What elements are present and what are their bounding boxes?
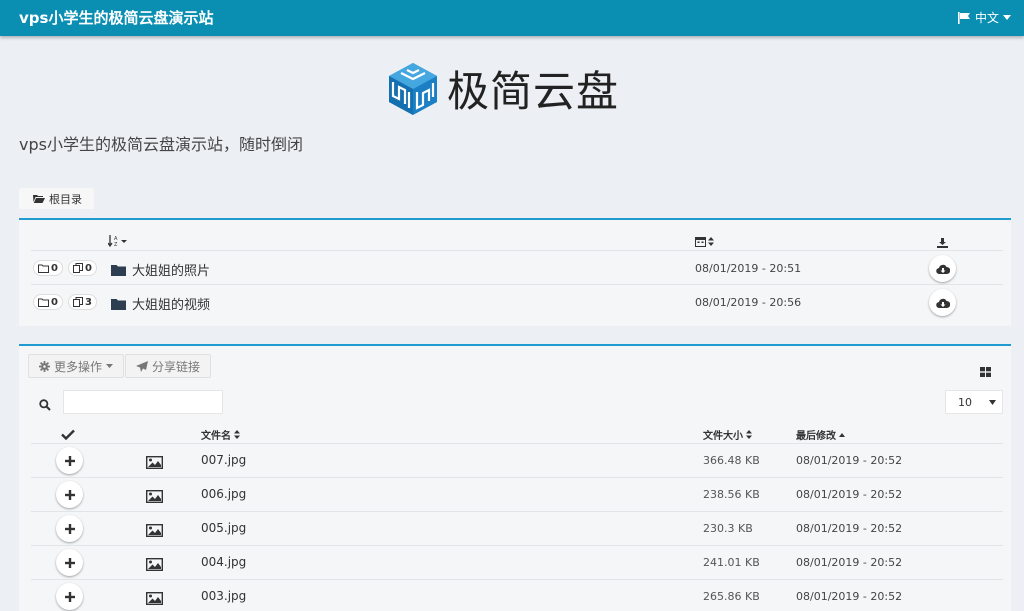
add-to-selection-button[interactable] — [56, 447, 83, 474]
logo-text: 极简云盘 — [447, 67, 620, 116]
add-to-selection-button[interactable] — [56, 481, 83, 508]
sort-icon — [746, 430, 752, 439]
column-header-name[interactable]: 文件名 — [201, 427, 240, 442]
cloud-download-button[interactable] — [929, 255, 956, 282]
folder-date: 08/01/2019 - 20:56 — [695, 296, 802, 309]
cloud-download-icon — [935, 298, 950, 308]
subfolder-count-badge: 0 — [33, 260, 63, 276]
files-panel: 更多操作 分享链接 10 文件名 文件大小 最后修改 007.jpg366.4 — [19, 344, 1011, 611]
file-size: 265.86 KB — [703, 590, 760, 603]
svg-text:Z: Z — [114, 242, 118, 247]
file-name[interactable]: 004.jpg — [201, 555, 246, 569]
image-file-icon — [145, 556, 164, 575]
download-icon — [937, 233, 948, 252]
folder-icon — [111, 264, 126, 276]
files-icon — [73, 297, 83, 307]
folder-name[interactable]: 大姐姐的视频 — [111, 294, 210, 313]
select-all-check-icon[interactable] — [61, 425, 75, 444]
file-name[interactable]: 006.jpg — [201, 487, 246, 501]
paper-plane-icon — [136, 360, 148, 372]
caret-down-icon — [989, 400, 996, 405]
sort-asc-icon — [839, 432, 845, 437]
search-input[interactable] — [63, 390, 223, 414]
folders-header-row: AZ — [31, 220, 1003, 251]
add-to-selection-button[interactable] — [56, 515, 83, 542]
language-label: 中文 — [974, 11, 999, 25]
file-modified: 08/01/2019 - 20:52 — [796, 522, 903, 535]
file-name[interactable]: 003.jpg — [201, 589, 246, 603]
flag-icon — [957, 11, 970, 24]
file-modified: 08/01/2019 - 20:52 — [796, 488, 903, 501]
file-row[interactable]: 004.jpg 241.01 KB 08/01/2019 - 20:52 — [31, 546, 1003, 580]
column-header-size[interactable]: 文件大小 — [703, 427, 752, 442]
add-to-selection-button[interactable] — [56, 583, 83, 610]
add-to-selection-button[interactable] — [56, 549, 83, 576]
folder-outline-icon — [38, 264, 49, 273]
share-link-button[interactable]: 分享链接 — [125, 354, 212, 378]
gear-icon — [39, 360, 50, 372]
file-modified: 08/01/2019 - 20:52 — [796, 454, 903, 467]
file-size: 230.3 KB — [703, 522, 753, 535]
language-selector[interactable]: 中文 — [957, 9, 1011, 26]
file-size: 366.48 KB — [703, 454, 760, 467]
folder-icon — [111, 298, 126, 310]
cloud-download-button[interactable] — [929, 289, 956, 316]
folder-date: 08/01/2019 - 20:51 — [695, 262, 802, 275]
sort-date-icon[interactable] — [695, 232, 715, 251]
file-row[interactable]: 005.jpg 230.3 KB 08/01/2019 - 20:52 — [31, 512, 1003, 546]
file-count-badge: 3 — [68, 294, 97, 310]
plus-icon — [64, 523, 75, 534]
cloud-download-icon — [935, 264, 950, 274]
image-file-icon — [145, 522, 164, 541]
file-name[interactable]: 005.jpg — [201, 521, 246, 535]
folder-open-icon — [33, 195, 45, 203]
file-row[interactable]: 007.jpg 366.48 KB 08/01/2019 - 20:52 — [31, 444, 1003, 478]
file-row[interactable]: 003.jpg 265.86 KB 08/01/2019 - 20:52 — [31, 580, 1003, 611]
plus-icon — [64, 489, 75, 500]
folder-row[interactable]: 0 3 大姐姐的视频 08/01/2019 - 20:56 — [31, 285, 1003, 319]
page-size-select[interactable]: 10 — [945, 390, 1003, 414]
app-logo: 极简云盘 — [387, 58, 619, 119]
file-count-badge: 0 — [68, 260, 97, 276]
sort-icon — [234, 430, 240, 439]
file-modified: 08/01/2019 - 20:52 — [796, 556, 903, 569]
folder-name[interactable]: 大姐姐的照片 — [111, 260, 210, 279]
plus-icon — [64, 591, 75, 602]
more-actions-button[interactable]: 更多操作 — [28, 354, 125, 378]
search-icon — [39, 396, 51, 415]
image-file-icon — [145, 454, 164, 473]
file-size: 241.01 KB — [703, 556, 760, 569]
cube-logo-icon — [389, 62, 437, 115]
files-header-row: 文件名 文件大小 最后修改 — [31, 421, 1003, 444]
folder-row[interactable]: 0 0 大姐姐的照片 08/01/2019 - 20:51 — [31, 251, 1003, 285]
subfolder-count-badge: 0 — [33, 294, 63, 310]
files-icon — [73, 263, 83, 273]
site-description: vps小学生的极简云盘演示站，随时倒闭 — [19, 135, 303, 154]
plus-icon — [64, 455, 75, 466]
folders-panel: AZ 0 0 大姐姐的照片 08/01/2019 - 20:51 0 3 大姐姐… — [19, 218, 1011, 326]
folder-outline-icon — [38, 298, 49, 307]
image-file-icon — [145, 590, 164, 609]
plus-icon — [64, 557, 75, 568]
file-size: 238.56 KB — [703, 488, 760, 501]
caret-down-icon — [106, 364, 114, 368]
file-name[interactable]: 007.jpg — [201, 453, 246, 467]
site-title[interactable]: vps小学生的极简云盘演示站 — [19, 7, 213, 28]
top-navbar: vps小学生的极简云盘演示站 中文 — [0, 0, 1024, 36]
breadcrumb-root[interactable]: 根目录 — [19, 188, 94, 209]
column-header-modified[interactable]: 最后修改 — [796, 427, 845, 442]
sort-name-icon[interactable]: AZ — [107, 232, 128, 251]
file-modified: 08/01/2019 - 20:52 — [796, 590, 903, 603]
file-row[interactable]: 006.jpg 238.56 KB 08/01/2019 - 20:52 — [31, 478, 1003, 512]
breadcrumb-label: 根目录 — [49, 192, 82, 206]
caret-down-icon — [1003, 15, 1011, 20]
image-file-icon — [145, 488, 164, 507]
grid-view-icon[interactable] — [980, 362, 991, 381]
